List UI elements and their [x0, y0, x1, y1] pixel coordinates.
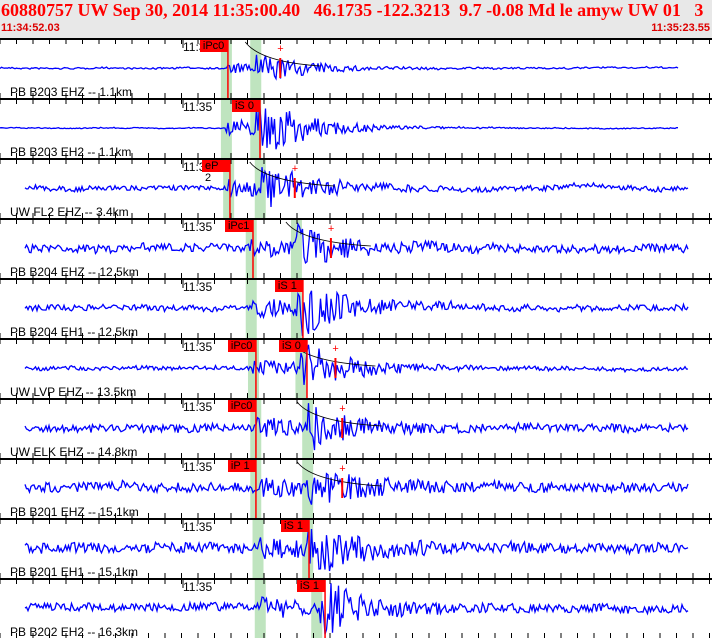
station-label: UW LVP EHZ -- 13.5km: [10, 385, 137, 399]
waveform-trace: [0, 102, 678, 150]
panel-divider: [0, 518, 712, 520]
station-label: PB B203 EH2 -- 1.1km: [10, 145, 132, 159]
station-label: UW ELK EHZ -- 14.8km: [10, 445, 138, 459]
station-label: PB B203 EHZ -- 1.1km: [10, 85, 133, 99]
phase-pick-label[interactable]: iS 0: [278, 340, 307, 352]
panel-divider: [0, 458, 712, 460]
time-label: 11:35: [183, 100, 213, 114]
event-title: 60880757 UW Sep 30, 2014 11:35:00.40 46.…: [1, 0, 704, 20]
time-label: 11:35: [183, 340, 213, 354]
station-label: PB B202 EH2 -- 16.3km: [10, 625, 139, 639]
panel-divider: [0, 38, 712, 40]
phase-pick-label[interactable]: iPc0: [227, 340, 256, 352]
station-label: PB B204 EHZ -- 12.5km: [10, 265, 139, 279]
panel-divider: [0, 338, 712, 340]
trace-panel[interactable]: +11:35 iPc0 PB B203 EHZ -- 1.1km: [0, 38, 712, 99]
trace-panel[interactable]: +11:35 iPc0 iS 0 UW LVP EHZ -- 13.5km: [0, 338, 712, 399]
phase-pick-label[interactable]: iPc0: [227, 400, 256, 412]
panel-divider: [0, 578, 712, 580]
waveform-trace: [24, 472, 689, 505]
trace-panel[interactable]: 11:35 iS 1 PB B204 EH1 -- 12.5km: [0, 278, 712, 339]
seismogram-panels[interactable]: +11:35 iPc0 PB B203 EHZ -- 1.1km 11:35 iS 0 P…: [0, 38, 712, 639]
phase-pick-label[interactable]: iS 0: [231, 100, 260, 112]
panel-divider: [0, 158, 712, 160]
time-label: 11:35: [183, 580, 213, 594]
panel-divider: [0, 278, 712, 280]
trace-panel[interactable]: +11:35 iP 1 PB B201 EHZ -- 15.1km: [0, 458, 712, 519]
trace-panel[interactable]: 11:35 iS 1 PB B202 EH2 -- 16.3km: [0, 578, 712, 639]
panel-divider: [0, 218, 712, 220]
phase-pick-label[interactable]: iPc0: [199, 40, 228, 52]
waveform-trace: [24, 167, 689, 208]
time-label: 11:35: [183, 220, 213, 234]
phase-pick-label[interactable]: iS 1: [281, 520, 309, 532]
phase-pick-label[interactable]: eP 2: [201, 160, 230, 184]
trace-panel[interactable]: 11:35 iS 0 PB B203 EH2 -- 1.1km: [0, 98, 712, 159]
coda-marker: +: [339, 403, 345, 415]
station-label: UW FL2 EHZ -- 3.4km: [10, 205, 129, 219]
trace-panel[interactable]: +11:35 iPc1 PB B204 EHZ -- 12.5km: [0, 218, 712, 279]
window-end-time: 11:35:23.55: [651, 22, 710, 34]
coda-marker: +: [339, 463, 345, 475]
trace-panel[interactable]: +11:35 eP 2 UW FL2 EHZ -- 3.4km: [0, 158, 712, 219]
time-label: 11:35: [183, 280, 213, 294]
trace-panel[interactable]: 11:35 iS 1 PB B201 EH1 -- 15.1km: [0, 518, 712, 579]
coda-marker: +: [328, 223, 334, 235]
trace-panel[interactable]: +11:35 iPc0 UW ELK EHZ -- 14.8km: [0, 398, 712, 459]
waveform-trace: [0, 54, 679, 81]
phase-pick-label[interactable]: iS 1: [274, 280, 303, 292]
phase-pick-label[interactable]: iP 1: [227, 460, 256, 472]
time-label: 11:35: [183, 400, 213, 414]
phase-pick-label[interactable]: iPc1: [224, 220, 253, 232]
time-label: 11:35: [183, 460, 213, 474]
coda-marker: +: [332, 343, 338, 355]
time-label: 11:35: [183, 520, 213, 534]
station-label: PB B201 EH1 -- 15.1km: [10, 565, 139, 579]
coda-marker: +: [277, 43, 283, 55]
panel-divider: [0, 398, 712, 400]
window-start-time: 11:34:52.03: [1, 22, 60, 34]
coda-marker: +: [292, 163, 298, 175]
p-window: [254, 580, 266, 638]
station-label: PB B204 EH1 -- 12.5km: [10, 325, 139, 339]
waveform-trace: [24, 222, 689, 265]
panel-divider: [0, 98, 712, 100]
station-label: PB B201 EHZ -- 15.1km: [10, 505, 139, 519]
event-header: 60880757 UW Sep 30, 2014 11:35:00.40 46.…: [0, 0, 712, 38]
phase-pick-label[interactable]: iS 1: [297, 580, 326, 592]
waveform-trace: [24, 403, 689, 451]
